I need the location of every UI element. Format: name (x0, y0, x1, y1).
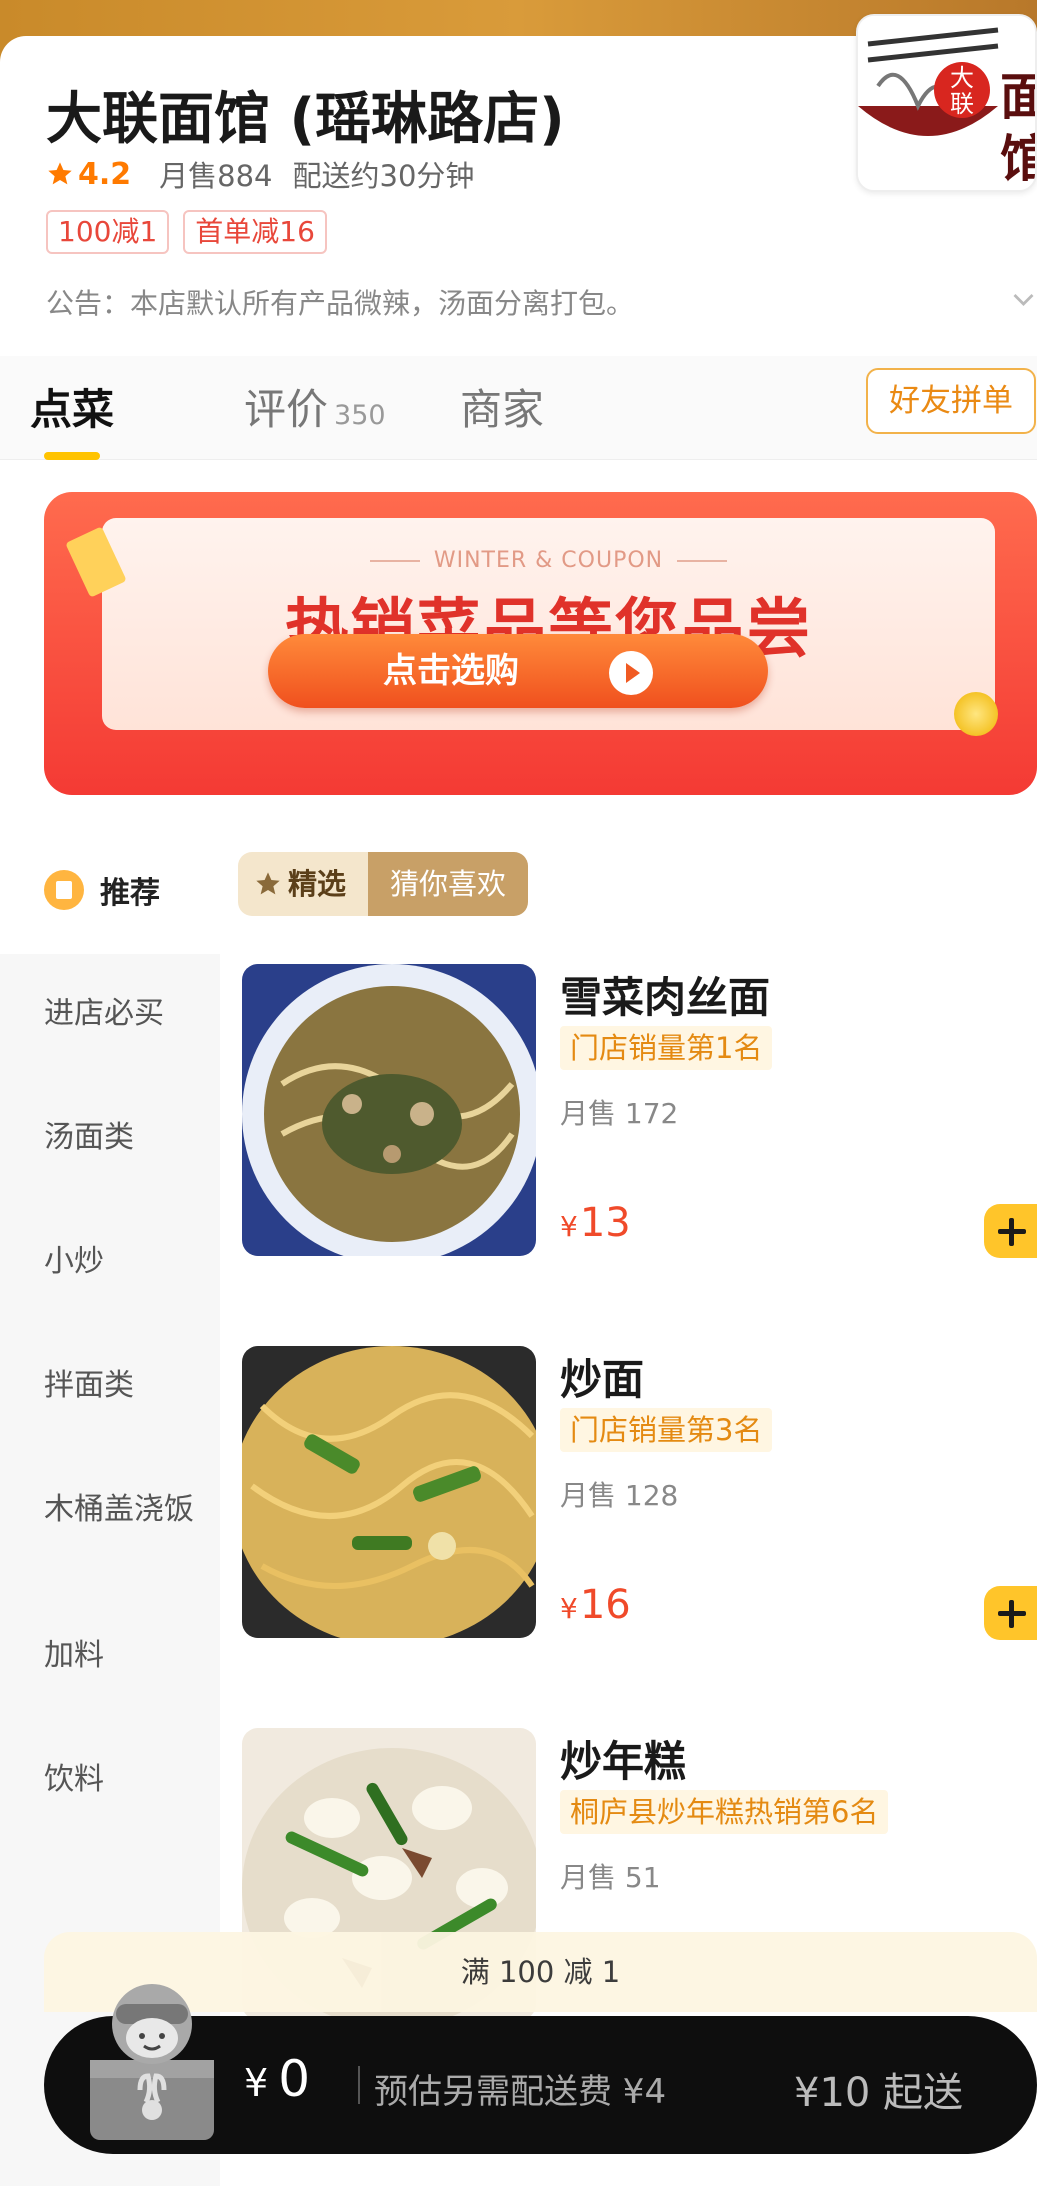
banner-subtitle: WINTER & COUPON (102, 548, 995, 573)
tab-reviews[interactable]: 评价 350 (244, 376, 386, 437)
sidebar-item-must-buy[interactable]: 进店必买 (44, 992, 194, 1036)
coupon-row: 100减1 首单减16 (46, 210, 327, 254)
product-sales: 月售 128 (560, 1479, 679, 1512)
star-icon (256, 872, 280, 895)
tab-merchant[interactable]: 商家 (460, 376, 544, 437)
tab-label: 评价 (244, 385, 329, 434)
play-icon (609, 650, 653, 695)
shop-rating: 4.2 (78, 156, 132, 192)
product-image[interactable] (242, 964, 536, 1256)
tab-label: 商家 (460, 385, 545, 434)
monthly-sales: 月售884 (159, 159, 273, 193)
sidebar-item-drinks[interactable]: 饮料 (44, 1758, 194, 1802)
sidebar-item-mixed-noodles[interactable]: 拌面类 (44, 1364, 194, 1408)
filter-pills: 精选 猜你喜欢 (238, 852, 529, 916)
product-price: ¥16 (560, 1582, 631, 1628)
delivery-fee-note: 预估另需配送费 ¥4 (374, 2072, 667, 2112)
sidebar-item-add-ons[interactable]: 加料 (44, 1634, 194, 1678)
filter-featured-label: 精选 (288, 867, 347, 901)
chevron-down-icon[interactable] (1010, 286, 1037, 313)
banner-button-label: 点击选购 (383, 651, 519, 691)
product-name: 炒年糕 (560, 1737, 687, 1786)
coupon-badge[interactable]: 100减1 (46, 210, 170, 254)
svg-text:面: 面 (1000, 68, 1037, 126)
tab-order[interactable]: 点菜 (30, 376, 114, 437)
courier-cart-icon[interactable] (80, 1974, 224, 2144)
delivery-time: 配送约30分钟 (292, 159, 475, 193)
filter-featured[interactable]: 精选 (238, 852, 369, 916)
product-image[interactable] (242, 1346, 536, 1638)
sidebar-item-rice-bowl[interactable]: 木桶盖浇饭 (44, 1488, 194, 1532)
group-order-button[interactable]: 好友拼单 (866, 368, 1036, 434)
sidebar-item-stir-fry[interactable]: 小炒 (44, 1240, 194, 1284)
product-rank-badge: 门店销量第1名 (560, 1026, 773, 1070)
shop-logo[interactable]: 大 联 面 馆 (856, 14, 1037, 192)
svg-text:联: 联 (950, 90, 974, 118)
review-count: 350 (334, 400, 386, 431)
product-item[interactable]: 雪菜肉丝面 门店销量第1名 月售 172 ¥13 (242, 964, 1037, 1264)
product-item[interactable]: 炒面 门店销量第3名 月售 128 ¥16 (242, 1346, 1037, 1646)
add-to-cart-button[interactable] (984, 1204, 1037, 1258)
min-order-label[interactable]: ¥10 起送 (794, 2060, 963, 2118)
shop-notice[interactable]: 公告：本店默认所有产品微辣，汤面分离打包。 (46, 282, 634, 322)
product-sales: 月售 51 (560, 1861, 661, 1894)
product-price: ¥13 (560, 1200, 631, 1246)
svg-text:馆: 馆 (1000, 130, 1037, 188)
recommend-label: 推荐 (100, 876, 160, 911)
recommend-header[interactable]: 推荐 (44, 868, 160, 912)
shop-name: 大联面馆 (瑶琳路店) (46, 87, 565, 152)
product-name: 炒面 (560, 1355, 645, 1404)
filter-guess-you-like[interactable]: 猜你喜欢 (368, 852, 529, 916)
product-rank-badge: 门店销量第3名 (560, 1408, 773, 1452)
product-sales: 月售 172 (560, 1097, 679, 1130)
active-tab-indicator (44, 452, 100, 460)
bookmark-icon (44, 870, 84, 910)
coupon-badge[interactable]: 首单减16 (183, 210, 327, 254)
add-to-cart-button[interactable] (984, 1586, 1037, 1640)
svg-text:大: 大 (950, 64, 974, 92)
product-name: 雪菜肉丝面 (560, 973, 771, 1022)
bowl-logo-icon: 大 联 面 馆 (858, 16, 1037, 190)
banner-shop-button[interactable]: 点击选购 (268, 634, 768, 708)
product-rank-badge: 桐庐县炒年糕热销第6名 (560, 1790, 889, 1834)
sidebar-item-soup-noodles[interactable]: 汤面类 (44, 1116, 194, 1160)
fried-noodles-image (242, 1346, 536, 1638)
cart-total: ¥0 (244, 2050, 310, 2108)
noodle-soup-image (242, 964, 536, 1256)
tab-label: 点菜 (30, 385, 115, 434)
shop-meta-row: 4.2 月售884 配送约30分钟 (46, 154, 474, 194)
star-icon (48, 162, 72, 185)
coin-decoration-icon (954, 692, 998, 736)
